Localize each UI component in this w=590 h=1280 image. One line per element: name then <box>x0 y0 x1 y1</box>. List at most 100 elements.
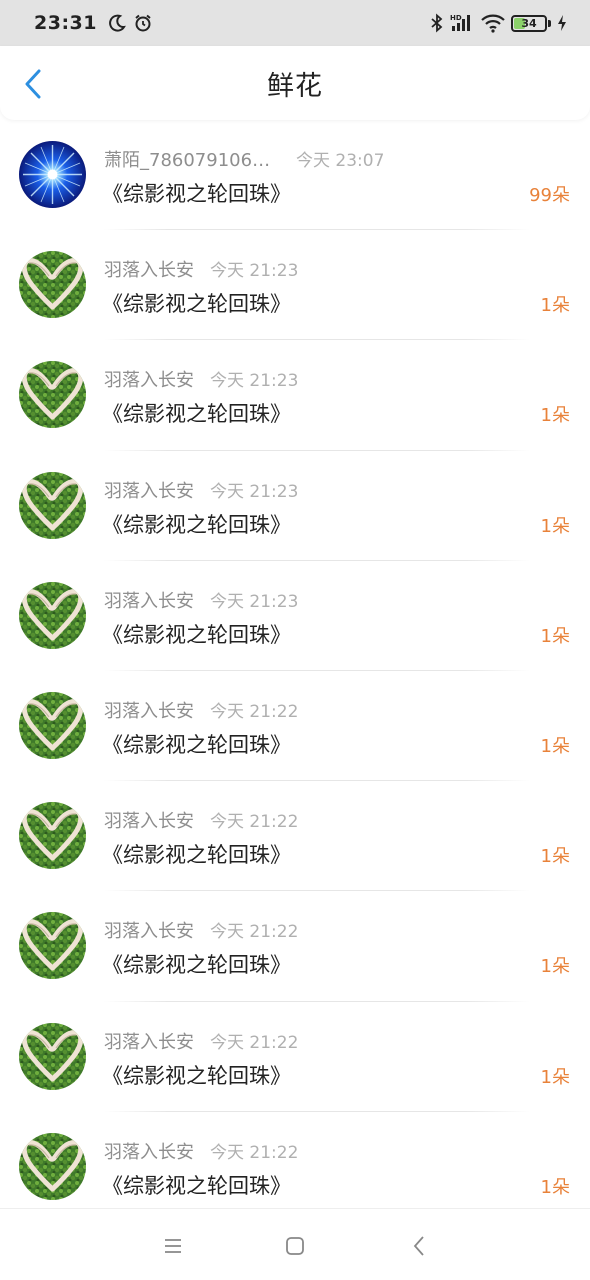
avatar[interactable] <box>19 912 86 980</box>
item-timestamp: 今天 21:22 <box>210 812 299 833</box>
home-button[interactable] <box>280 1231 310 1261</box>
home-square-icon <box>286 1237 304 1255</box>
list-item[interactable]: 羽落入长安 今天 21:23 《综影视之轮回珠》 1朵 <box>0 451 590 561</box>
menu-icon <box>165 1239 181 1253</box>
item-book-title: 《综影视之轮回珠》 <box>102 402 291 427</box>
avatar-heart-hands-image <box>19 1022 86 1090</box>
avatar[interactable] <box>19 361 86 429</box>
item-meta: 羽落入长安 今天 21:23 <box>104 587 298 613</box>
avatar[interactable] <box>19 691 86 759</box>
item-book-title: 《综影视之轮回珠》 <box>102 1173 291 1198</box>
item-meta: 羽落入长安 今天 21:22 <box>104 917 298 943</box>
item-meta: 羽落入长安 今天 21:23 <box>104 366 298 392</box>
list-item[interactable]: 羽落入长安 今天 21:22 《综影视之轮回珠》 1朵 <box>0 781 590 892</box>
avatar[interactable] <box>19 802 86 870</box>
bluetooth-icon <box>431 13 443 33</box>
item-timestamp: 今天 21:23 <box>210 261 299 282</box>
hd-signal-icon: HD <box>450 14 470 31</box>
avatar-heart-hands-image <box>19 581 86 649</box>
avatar-heart-hands-image <box>19 691 86 759</box>
item-meta: 羽落入长安 今天 21:22 <box>104 1028 298 1054</box>
avatar-heart-hands-image <box>19 471 86 539</box>
item-flower-count: 1朵 <box>540 956 570 978</box>
avatar-heart-hands-image <box>19 251 86 319</box>
avatar-heart-hands-image <box>19 1132 86 1200</box>
item-timestamp: 今天 21:22 <box>210 1032 299 1053</box>
item-timestamp: 今天 21:22 <box>210 922 299 943</box>
item-book-title: 《综影视之轮回珠》 <box>102 843 291 868</box>
item-flower-count: 99朵 <box>529 185 570 206</box>
avatar-heart-hands-image <box>19 361 86 429</box>
item-book-title: 《综影视之轮回珠》 <box>102 953 291 978</box>
list-item[interactable]: 羽落入长安 今天 21:23 《综影视之轮回珠》 1朵 <box>0 561 590 671</box>
battery-level: 34 <box>521 16 537 30</box>
list-item[interactable]: 羽落入长安 今天 21:23 《综影视之轮回珠》 1朵 <box>0 230 590 341</box>
item-username[interactable]: 羽落入长安 <box>104 477 194 503</box>
item-flower-count: 1朵 <box>540 295 570 317</box>
item-book-title: 《综影视之轮回珠》 <box>102 732 291 757</box>
item-timestamp: 今天 21:23 <box>210 591 299 612</box>
item-meta: 羽落入长安 今天 21:22 <box>104 697 298 723</box>
list-item[interactable]: 羽落入长安 今天 21:22 《综影视之轮回珠》 1朵 <box>0 891 590 1002</box>
list-item[interactable]: 羽落入长安 今天 21:23 《综影视之轮回珠》 1朵 <box>0 340 590 451</box>
item-book-title: 《综影视之轮回珠》 <box>102 1063 291 1088</box>
item-flower-count: 1朵 <box>540 735 570 757</box>
list-item[interactable]: 羽落入长安 今天 21:22 《综影视之轮回珠》 1朵 <box>0 1002 590 1112</box>
avatar-starburst-image <box>19 141 86 208</box>
chevron-left-icon <box>25 69 41 99</box>
avatar[interactable] <box>19 141 86 208</box>
avatar[interactable] <box>19 1132 86 1200</box>
avatar[interactable] <box>19 251 86 319</box>
avatar[interactable] <box>19 1022 86 1090</box>
list-item[interactable]: 羽落入长安 今天 21:22 《综影视之轮回珠》 1朵 <box>0 671 590 782</box>
item-meta: 羽落入长安 今天 21:23 <box>104 256 298 282</box>
flower-list[interactable]: 萧陌_7860791066... 今天 23:07 《综影视之轮回珠》 99朵 羽落入长… <box>0 120 590 1222</box>
item-book-title: 《综影视之轮回珠》 <box>102 512 291 537</box>
status-time: 23:31 <box>34 12 97 34</box>
back-button[interactable] <box>18 66 48 102</box>
status-bar: 23:31 HD 34 <box>0 0 590 46</box>
system-back-button[interactable] <box>404 1231 434 1261</box>
battery-icon: 34 <box>511 14 547 32</box>
item-username[interactable]: 羽落入长安 <box>104 807 194 833</box>
avatar[interactable] <box>19 471 86 539</box>
header: 鲜花 <box>0 46 590 120</box>
item-timestamp: 今天 21:22 <box>210 701 299 722</box>
item-username[interactable]: 羽落入长安 <box>104 1028 194 1054</box>
item-meta: 羽落入长安 今天 21:23 <box>104 477 298 503</box>
item-username[interactable]: 羽落入长安 <box>104 587 194 613</box>
item-flower-count: 1朵 <box>540 625 570 647</box>
item-username[interactable]: 羽落入长安 <box>104 256 194 282</box>
item-username[interactable]: 羽落入长安 <box>104 917 194 943</box>
svg-text:HD: HD <box>450 14 462 22</box>
item-flower-count: 1朵 <box>540 1176 570 1198</box>
moon-icon <box>109 14 126 32</box>
item-username[interactable]: 萧陌_7860791066... <box>104 146 280 172</box>
item-timestamp: 今天 23:07 <box>296 151 385 171</box>
item-username[interactable]: 羽落入长安 <box>104 1138 194 1164</box>
item-timestamp: 今天 21:23 <box>210 481 299 502</box>
charging-icon <box>558 15 566 31</box>
item-username[interactable]: 羽落入长安 <box>104 697 194 723</box>
item-meta: 萧陌_7860791066... 今天 23:07 <box>104 146 384 172</box>
menu-button[interactable] <box>158 1231 188 1261</box>
avatar-heart-hands-image <box>19 912 86 980</box>
navigation-bar <box>0 1208 590 1280</box>
avatar[interactable] <box>19 581 86 649</box>
page-title: 鲜花 <box>267 70 323 102</box>
item-book-title: 《综影视之轮回珠》 <box>102 182 291 206</box>
list-item[interactable]: 羽落入长安 今天 21:22 《综影视之轮回珠》 1朵 <box>0 1112 590 1222</box>
item-flower-count: 1朵 <box>540 515 570 537</box>
item-meta: 羽落入长安 今天 21:22 <box>104 807 298 833</box>
status-right-icons: HD 34 <box>425 13 568 33</box>
battery-cap <box>548 19 551 27</box>
item-username[interactable]: 羽落入长安 <box>104 366 194 392</box>
item-book-title: 《综影视之轮回珠》 <box>102 622 291 647</box>
wifi-icon <box>481 14 505 33</box>
item-flower-count: 1朵 <box>540 1066 570 1088</box>
item-timestamp: 今天 21:23 <box>210 371 299 392</box>
item-book-title: 《综影视之轮回珠》 <box>102 292 291 317</box>
back-triangle-icon <box>413 1236 424 1256</box>
list-item[interactable]: 萧陌_7860791066... 今天 23:07 《综影视之轮回珠》 99朵 <box>0 120 590 231</box>
item-timestamp: 今天 21:22 <box>210 1142 299 1163</box>
